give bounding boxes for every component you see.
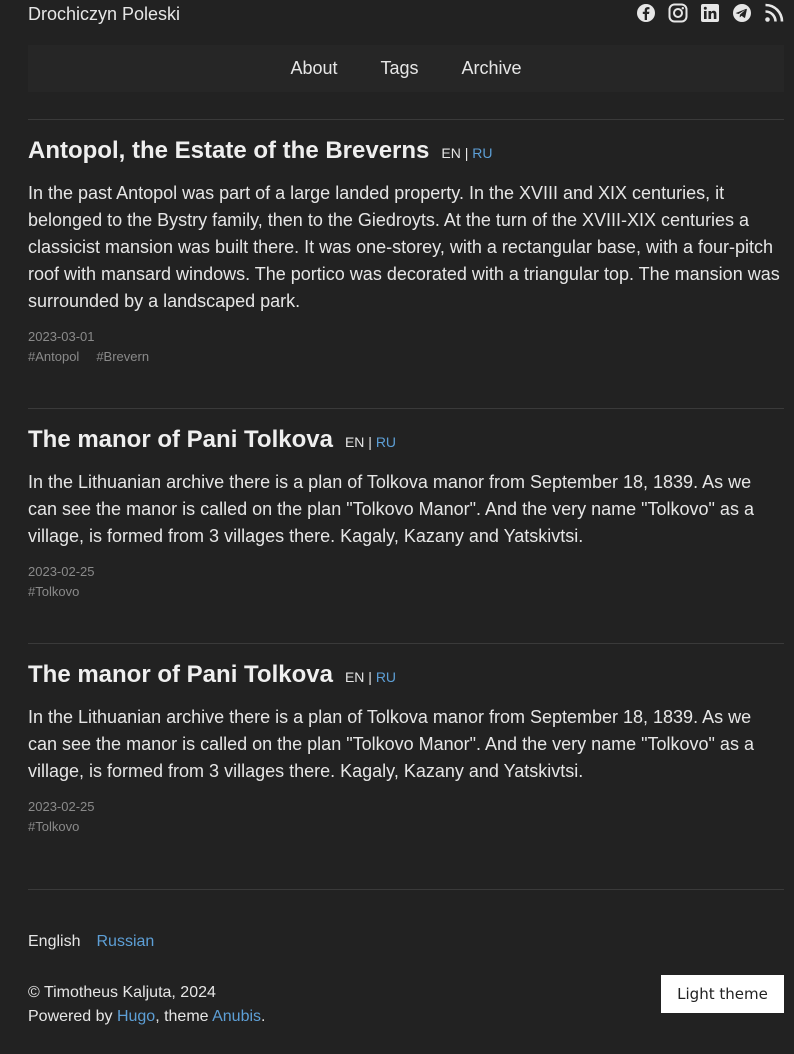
nav-about[interactable]: About <box>290 58 337 79</box>
post-title[interactable]: Antopol, the Estate of the Breverns <box>28 136 429 166</box>
post-summary: In the past Antopol was part of a large … <box>28 183 780 311</box>
post-summary: In the Lithuanian archive there is a pla… <box>28 472 754 546</box>
instagram-icon[interactable] <box>668 3 688 23</box>
facebook-icon[interactable] <box>636 3 656 23</box>
lang-ru-link[interactable]: RU <box>376 669 396 685</box>
post-title[interactable]: The manor of Pani Tolkova <box>28 425 333 455</box>
post-tags: #Antopol #Brevern <box>28 349 784 364</box>
post-tags: #Tolkovo <box>28 819 784 834</box>
post-date: 2023-03-01 <box>28 329 95 344</box>
telegram-icon[interactable] <box>732 3 752 23</box>
light-theme-button[interactable]: Light theme <box>661 975 784 1013</box>
lang-separator: | <box>368 434 372 450</box>
site-title[interactable]: Drochiczyn Poleski <box>28 4 180 25</box>
post-tags: #Tolkovo <box>28 584 784 599</box>
lang-separator: | <box>464 145 469 161</box>
social-links <box>636 3 784 23</box>
post: Antopol, the Estate of the Breverns EN |… <box>28 136 784 364</box>
main-nav: About Tags Archive <box>28 45 784 92</box>
tag-link[interactable]: #Tolkovo <box>28 584 79 599</box>
lang-en: EN <box>344 434 365 450</box>
current-language: English <box>28 933 81 950</box>
theme-text: , theme <box>155 1008 213 1025</box>
lang-en: EN <box>441 145 461 161</box>
lang-separator: | <box>368 669 372 685</box>
post-date: 2023-02-25 <box>28 799 95 814</box>
anubis-link[interactable]: Anubis <box>212 1008 261 1025</box>
copyright-text: © Timotheus Kaljuta, 2024 <box>28 984 216 1001</box>
post: The manor of Pani Tolkova EN | RU In the… <box>28 660 784 834</box>
post-languages: EN | RU <box>345 434 396 450</box>
tag-link[interactable]: #Tolkovo <box>28 819 79 834</box>
language-link-russian[interactable]: Russian <box>96 933 154 951</box>
nav-archive[interactable]: Archive <box>462 58 522 79</box>
divider <box>28 643 784 644</box>
powered-prefix: Powered by <box>28 1008 117 1025</box>
divider <box>28 408 784 409</box>
rss-icon[interactable] <box>764 3 784 23</box>
linkedin-icon[interactable] <box>700 3 720 23</box>
post-date: 2023-02-25 <box>28 564 95 579</box>
post: The manor of Pani Tolkova EN | RU In the… <box>28 425 784 599</box>
hugo-link[interactable]: Hugo <box>117 1008 155 1025</box>
divider <box>28 889 784 890</box>
period: . <box>261 1008 266 1025</box>
tag-link[interactable]: #Brevern <box>96 349 149 364</box>
footer-credits: © Timotheus Kaljuta, 2024 Powered by Hug… <box>28 981 265 1029</box>
post-languages: EN | RU <box>441 145 492 161</box>
footer-language-switch: English Russian <box>28 933 154 951</box>
divider <box>28 119 784 120</box>
post-summary: In the Lithuanian archive there is a pla… <box>28 707 754 781</box>
nav-tags[interactable]: Tags <box>380 58 418 79</box>
post-title[interactable]: The manor of Pani Tolkova <box>28 660 333 690</box>
post-languages: EN | RU <box>345 669 396 685</box>
lang-ru-link[interactable]: RU <box>472 145 492 161</box>
lang-en: EN <box>344 669 365 685</box>
powered-by: Powered by Hugo, theme Anubis. <box>28 1005 265 1029</box>
lang-ru-link[interactable]: RU <box>376 434 396 450</box>
tag-link[interactable]: #Antopol <box>28 349 79 364</box>
